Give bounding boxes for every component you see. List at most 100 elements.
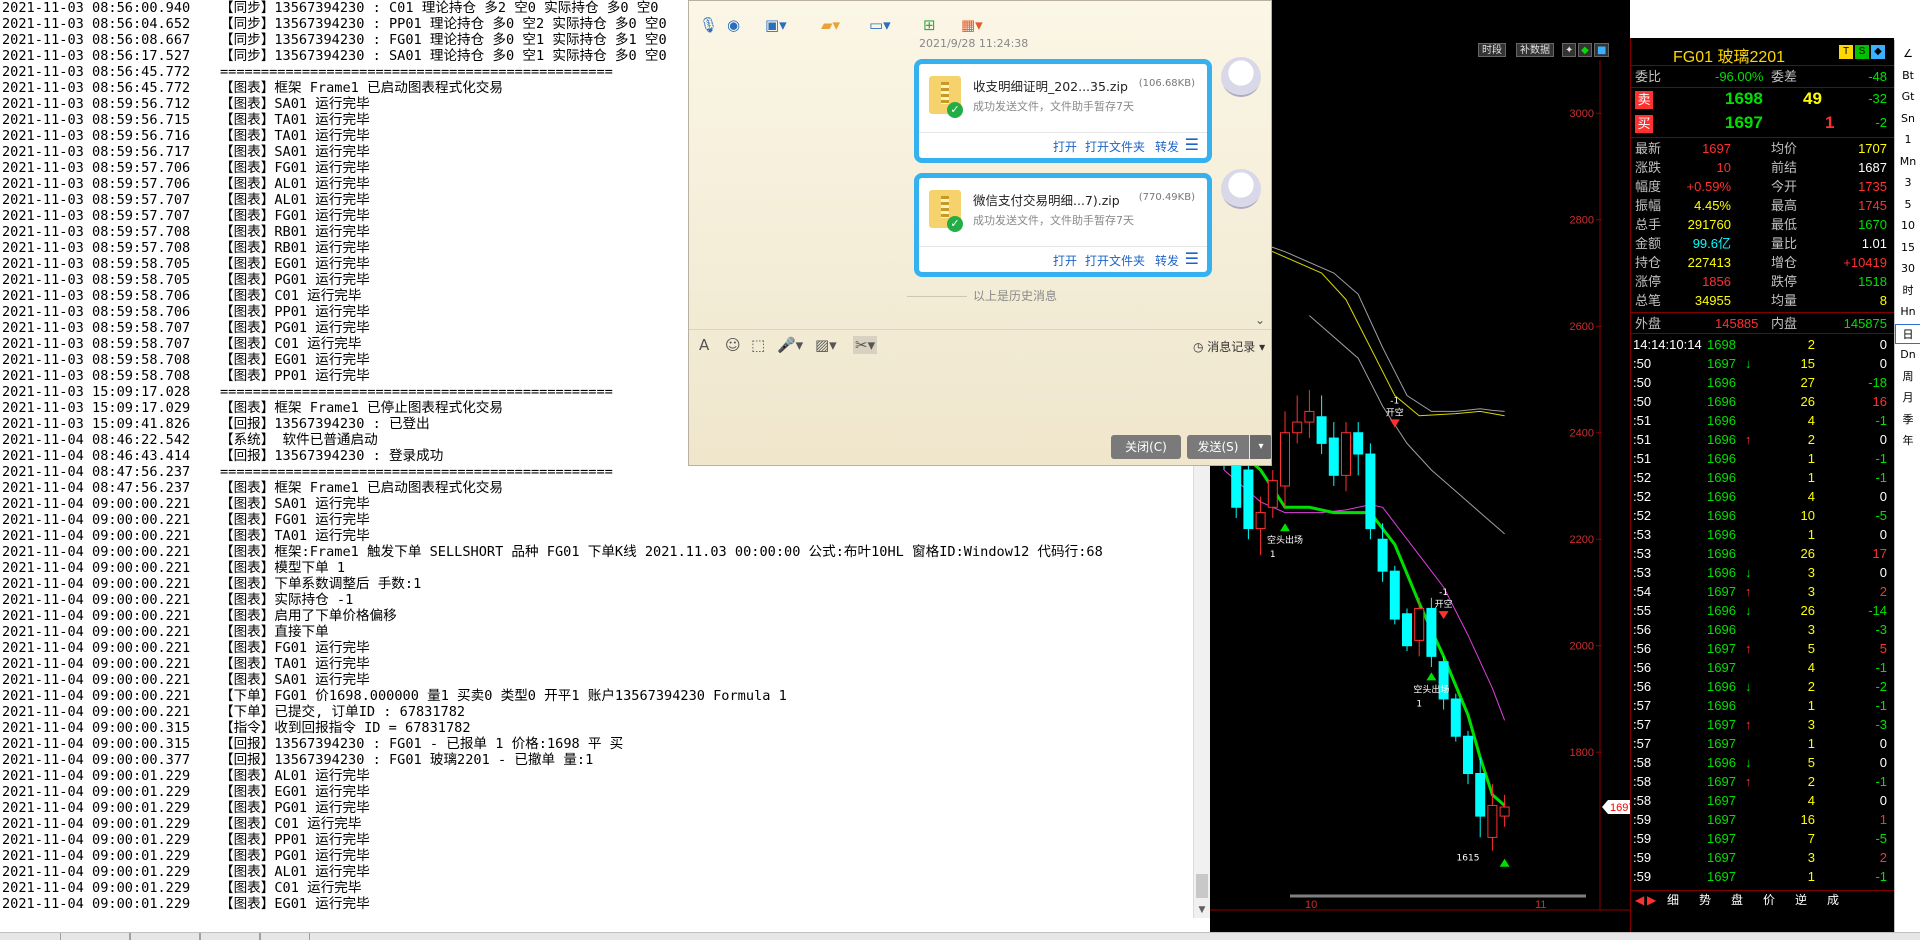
tick-list[interactable]: 14:14:10:14 1698 2 0:50 1697 ↓ 15 0:50 1696 27 -18… bbox=[1631, 335, 1894, 886]
avatar[interactable] bbox=[1221, 169, 1261, 209]
period-nav-item[interactable]: 1 bbox=[1895, 130, 1920, 150]
fill-data-button[interactable]: 补数据 bbox=[1516, 43, 1554, 57]
candle-body[interactable] bbox=[1316, 416, 1327, 444]
next-icon[interactable]: ▶ bbox=[1647, 891, 1656, 909]
candle-body[interactable] bbox=[1341, 432, 1351, 476]
apps-icon[interactable]: ▦▾ bbox=[961, 15, 983, 35]
candle-body[interactable] bbox=[1487, 804, 1498, 838]
period-nav-item[interactable]: 时 bbox=[1895, 281, 1920, 301]
bottom-tab[interactable] bbox=[200, 933, 260, 940]
screen-share-icon[interactable]: ▣▾ bbox=[765, 15, 787, 35]
candle-body[interactable] bbox=[1426, 607, 1437, 657]
forward-link[interactable]: 转发 bbox=[1155, 252, 1179, 269]
quote-tab[interactable]: 细 bbox=[1667, 891, 1679, 909]
close-button[interactable]: 关闭(C) bbox=[1111, 435, 1181, 459]
menu-icon[interactable]: ☰ bbox=[1185, 135, 1199, 154]
quote-tab[interactable]: 势 bbox=[1699, 891, 1711, 909]
period-nav-item[interactable]: Hn bbox=[1895, 302, 1920, 322]
kline-chart[interactable]: 开空-1开空-1空头出场1空头出场11615 30002800260024002… bbox=[1210, 60, 1630, 932]
file-message[interactable]: ✓ 收支明细证明_202...35.zip (106.68KB) 成功发送文件，… bbox=[914, 59, 1212, 163]
open-link[interactable]: 打开 bbox=[1053, 138, 1077, 155]
candle-body[interactable] bbox=[1389, 570, 1400, 620]
candle-body[interactable] bbox=[1328, 437, 1339, 476]
prev-icon[interactable]: ◀ bbox=[1635, 891, 1644, 909]
log-timestamp: 2021-11-03 08:56:08.667 bbox=[2, 32, 191, 48]
send-options-chevron-icon[interactable]: ▾ bbox=[1250, 435, 1271, 459]
bottom-tab[interactable] bbox=[130, 933, 200, 940]
candle-body[interactable] bbox=[1304, 410, 1315, 423]
period-nav-item[interactable]: Mn bbox=[1895, 152, 1920, 172]
candle-body[interactable] bbox=[1353, 432, 1364, 455]
candle-body[interactable] bbox=[1255, 512, 1266, 530]
info-icon[interactable]: ◆ bbox=[1871, 45, 1885, 59]
candle-body[interactable] bbox=[1377, 538, 1388, 572]
bottom-tab[interactable] bbox=[260, 933, 310, 940]
period-nav-item[interactable]: ∠ bbox=[1895, 44, 1920, 64]
open-link[interactable]: 打开 bbox=[1053, 252, 1077, 269]
candle-body[interactable] bbox=[1402, 613, 1412, 647]
remote-desktop-icon[interactable]: ▭▾ bbox=[869, 15, 891, 35]
period-nav-item[interactable]: 月 bbox=[1895, 388, 1920, 408]
square-icon[interactable]: ■ bbox=[1594, 43, 1610, 57]
link-icon[interactable]: S bbox=[1855, 45, 1869, 59]
avatar[interactable] bbox=[1221, 57, 1261, 97]
t-icon[interactable]: T bbox=[1839, 45, 1853, 59]
voice-icon[interactable]: 🎤▾ bbox=[777, 336, 803, 354]
quote-tab[interactable]: 成 bbox=[1827, 891, 1839, 909]
period-nav-item[interactable]: 日 bbox=[1895, 323, 1920, 344]
tick-row: :57 1697 ↑ 3 -3 bbox=[1631, 715, 1894, 734]
image-icon[interactable]: ▨▾ bbox=[815, 336, 837, 354]
quote-tab[interactable]: 价 bbox=[1763, 891, 1775, 909]
scroll-down-arrow-icon[interactable]: ▼ bbox=[1194, 902, 1210, 918]
period-nav-item[interactable]: 季 bbox=[1895, 410, 1920, 430]
candle-body[interactable] bbox=[1267, 480, 1278, 508]
period-nav-item[interactable]: 15 bbox=[1895, 238, 1920, 258]
file-message[interactable]: ✓ 微信支付交易明细...7).zip (770.49KB) 成功发送文件，文件… bbox=[914, 173, 1212, 277]
log-line: 2021-11-04 09:00:01.229 【图表】PG01 运行完毕 bbox=[2, 800, 1192, 816]
menu-icon[interactable]: ☰ bbox=[1185, 249, 1199, 268]
candle-body[interactable] bbox=[1450, 698, 1461, 737]
period-nav-item[interactable]: Dn bbox=[1895, 345, 1920, 365]
gear-icon[interactable]: ✦ bbox=[1562, 43, 1577, 57]
font-icon[interactable]: A bbox=[699, 336, 709, 354]
send-button[interactable]: 发送(S) bbox=[1187, 435, 1249, 459]
period-nav-item[interactable]: 周 bbox=[1895, 367, 1920, 387]
screenshot-icon[interactable]: ⬚ bbox=[751, 336, 765, 354]
candle-body[interactable] bbox=[1280, 432, 1290, 487]
candle-body[interactable] bbox=[1414, 607, 1425, 641]
diamond-icon[interactable]: ◆ bbox=[1578, 43, 1592, 57]
period-nav-item[interactable]: Bt bbox=[1895, 66, 1920, 86]
candle-body[interactable] bbox=[1231, 464, 1242, 508]
candle-body[interactable] bbox=[1475, 773, 1486, 817]
scissors-icon[interactable]: ✂▾ bbox=[853, 336, 878, 354]
period-nav-item[interactable]: 30 bbox=[1895, 259, 1920, 279]
open-folder-link[interactable]: 打开文件夹 bbox=[1085, 252, 1145, 269]
session-button[interactable]: 时段 bbox=[1478, 43, 1506, 57]
emoji-icon[interactable]: ☺ bbox=[725, 336, 741, 354]
scroll-thumb[interactable] bbox=[1196, 874, 1208, 898]
message-record-button[interactable]: ◷ 消息记录 ▾ bbox=[1193, 338, 1265, 355]
candle-body[interactable] bbox=[1365, 453, 1376, 530]
open-folder-link[interactable]: 打开文件夹 bbox=[1085, 138, 1145, 155]
period-nav-item[interactable]: Gt bbox=[1895, 87, 1920, 107]
period-nav-item[interactable]: 年 bbox=[1895, 431, 1920, 451]
camera-icon[interactable]: ◉ bbox=[727, 15, 740, 35]
period-nav-item[interactable]: 10 bbox=[1895, 216, 1920, 236]
folder-icon[interactable]: ▰▾ bbox=[821, 15, 840, 35]
bottom-tab[interactable] bbox=[60, 933, 130, 940]
candle-body[interactable] bbox=[1463, 735, 1473, 775]
period-nav-item[interactable]: 5 bbox=[1895, 195, 1920, 215]
forward-link[interactable]: 转发 bbox=[1155, 138, 1179, 155]
invite-icon[interactable]: ⊞ bbox=[923, 15, 936, 35]
candle-body[interactable] bbox=[1243, 469, 1254, 530]
quote-tab[interactable]: 逆 bbox=[1795, 891, 1807, 909]
candle-body[interactable] bbox=[1499, 806, 1510, 817]
period-nav-item[interactable]: Sn bbox=[1895, 109, 1920, 129]
quote-tab[interactable]: 盘 bbox=[1731, 891, 1743, 909]
candle-body[interactable] bbox=[1292, 421, 1303, 434]
order-diff-label: 委差 bbox=[1771, 69, 1798, 84]
microphone-icon[interactable]: 🎙 bbox=[699, 15, 718, 35]
period-nav-item[interactable]: 3 bbox=[1895, 173, 1920, 193]
collapse-chevron-icon[interactable]: ⌄ bbox=[1255, 313, 1265, 327]
kline-chart-panel[interactable]: 时段 补数据 ✦ ◆ ■ 开空 -1 开空 -1 空头出场 1 空头出场 1 1615 3000… bbox=[1210, 0, 1630, 932]
